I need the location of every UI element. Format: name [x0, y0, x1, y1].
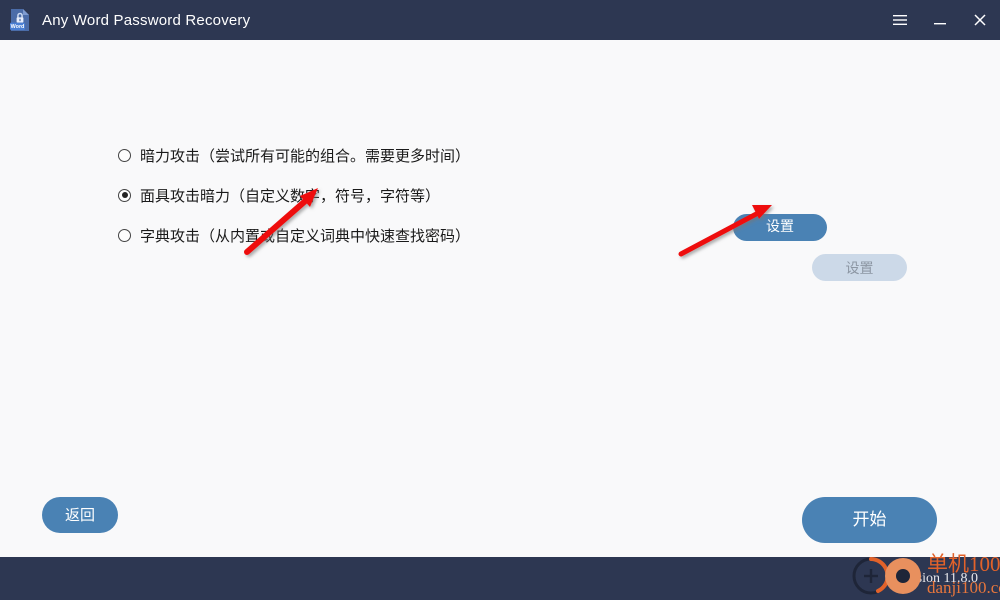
version-label: Version 11.8.0 — [897, 571, 978, 586]
option-label-mask-attack: 面具攻击暗力（自定义数字，符号，字符等） — [140, 186, 441, 205]
attack-mode-option-group: 暗力攻击（尝试所有可能的组合。需要更多时间） 面具攻击暗力（自定义数字，符号，字… — [118, 135, 470, 255]
app-window: Word Any Word Password Recovery 暗力攻击（尝试所… — [0, 0, 1000, 600]
radio-mask-attack[interactable] — [118, 188, 131, 202]
window-controls — [880, 0, 1000, 40]
option-label-dictionary-attack: 字典攻击（从内置或自定义词典中快速查找密码） — [140, 226, 471, 245]
back-button[interactable]: 返回 — [42, 497, 118, 533]
close-button[interactable] — [960, 0, 1000, 40]
option-dictionary-attack[interactable]: 字典攻击（从内置或自定义词典中快速查找密码） — [118, 215, 470, 255]
main-content: 暗力攻击（尝试所有可能的组合。需要更多时间） 面具攻击暗力（自定义数字，符号，字… — [0, 40, 1000, 557]
start-button[interactable]: 开始 — [802, 497, 937, 543]
menu-button[interactable] — [880, 0, 920, 40]
option-mask-attack[interactable]: 面具攻击暗力（自定义数字，符号，字符等） — [118, 175, 470, 215]
minimize-button[interactable] — [920, 0, 960, 40]
mask-settings-button[interactable]: 设置 — [733, 214, 827, 241]
app-title: Any Word Password Recovery — [42, 11, 251, 29]
option-brute-force[interactable]: 暗力攻击（尝试所有可能的组合。需要更多时间） — [118, 135, 470, 175]
word-document-lock-icon: Word — [7, 7, 33, 33]
radio-brute-force[interactable] — [118, 148, 131, 162]
radio-dictionary-attack[interactable] — [118, 228, 131, 242]
option-label-brute-force: 暗力攻击（尝试所有可能的组合。需要更多时间） — [140, 146, 471, 165]
footer-bar: Version 11.8.0 — [0, 557, 1000, 600]
dictionary-settings-button: 设置 — [812, 254, 907, 281]
titlebar: Word Any Word Password Recovery — [0, 0, 1000, 40]
svg-text:Word: Word — [11, 24, 25, 30]
